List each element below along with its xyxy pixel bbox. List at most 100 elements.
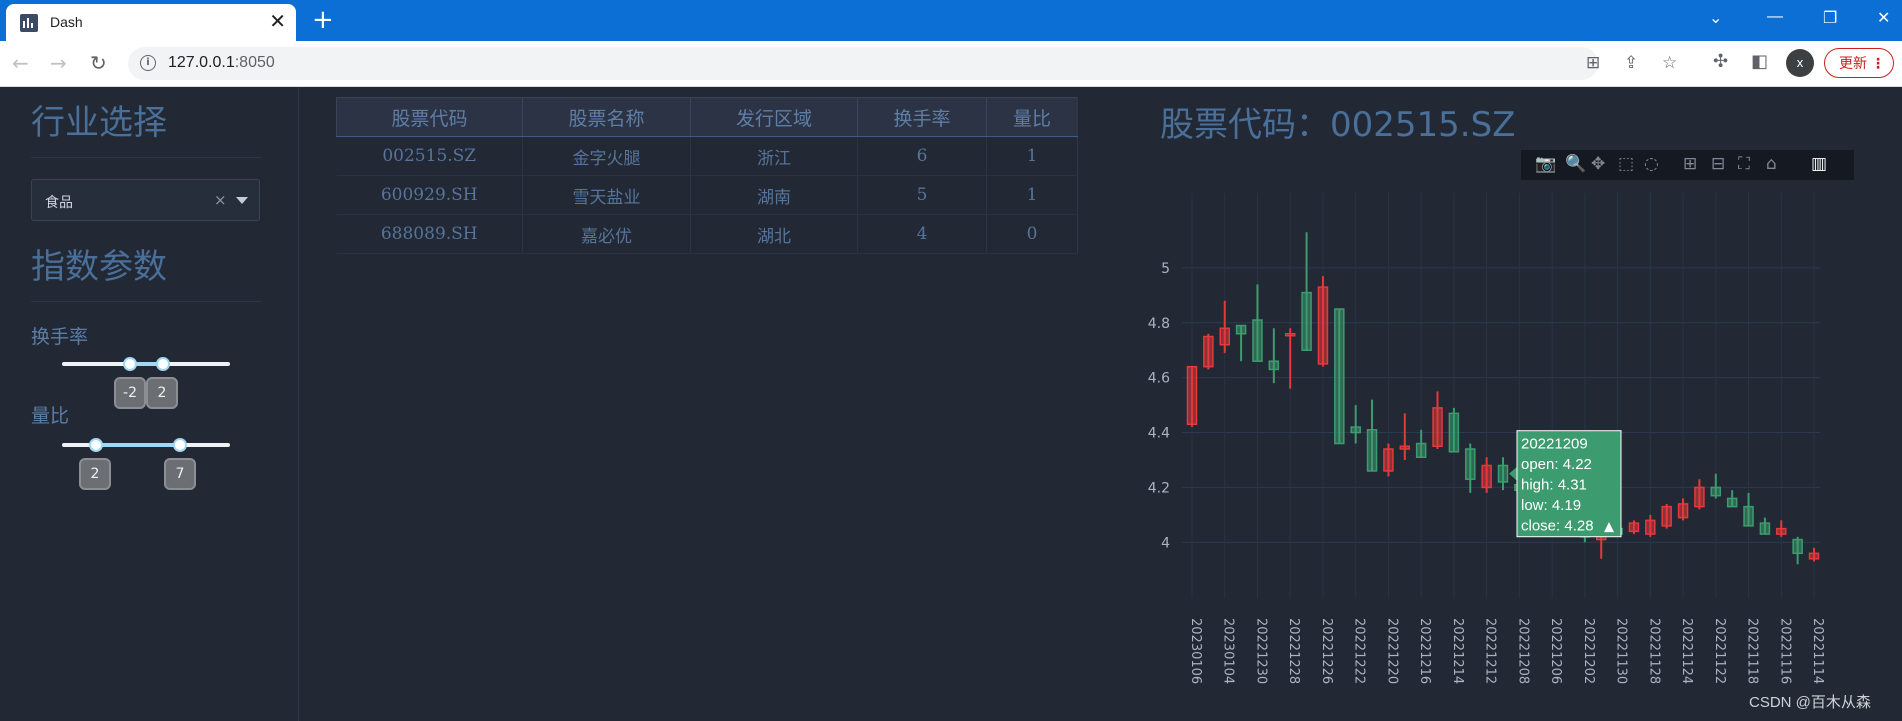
x-tick-label: 20221230 [1253,618,1268,684]
camera-icon[interactable]: 📷 [1535,154,1556,174]
autoscale-icon[interactable]: ⛶ [1738,154,1750,174]
zoom-in-icon[interactable]: ⊞ [1683,154,1697,174]
x-tick-label: 20221208 [1515,618,1530,684]
reload-icon[interactable]: ↻ [90,50,107,76]
candle-body [1268,360,1280,371]
column-header[interactable]: 股票名称 [522,97,691,137]
x-tick-label: 20230106 [1188,618,1203,684]
forward-icon[interactable]: → [50,50,67,76]
tooltip-high: high: 4.31 [1521,477,1587,494]
column-header[interactable]: 发行区域 [690,97,858,137]
url-port: :8050 [234,54,275,71]
volume-ratio-cell[interactable]: 1 [986,136,1078,176]
address-bar: ← → ↻ i 127.0.0.1:8050 ⊞ ⇪ ☆ ✣ ◧ x 更新 ⋮ [0,41,1902,87]
candle-body [1415,442,1427,458]
column-header[interactable]: 量比 [986,97,1078,137]
table-row[interactable]: 002515.SZ 金字火腿 浙江 6 1 [336,136,1078,176]
turnover-cell[interactable]: 6 [857,136,987,176]
x-tick-label: 20221130 [1614,618,1629,684]
lasso-select-icon[interactable]: ◌ [1644,154,1659,174]
stock-code-cell[interactable]: 688089.SH [336,214,523,254]
x-tick-label: 20221226 [1319,618,1334,684]
stock-name-cell[interactable]: 雪天盐业 [522,175,691,215]
volume-ratio-cell[interactable]: 0 [986,214,1078,254]
profile-avatar[interactable]: x [1786,49,1814,77]
candlestick-chart[interactable]: 44.24.44.64.85 20230106 20230104 20221230 2… [1140,183,1840,718]
column-header[interactable]: 换手率 [857,97,987,137]
chart-grid [1182,193,1820,598]
table-row[interactable]: 600929.SH 雪天盐业 湖南 5 1 [336,175,1078,215]
side-panel-icon[interactable]: ◧ [1751,51,1768,72]
tooltip-pointer [1509,466,1517,481]
url-text[interactable]: 127.0.0.1:8050 [168,54,275,72]
plotly-logo-icon[interactable]: ▥ [1811,154,1827,174]
stock-code-cell[interactable]: 002515.SZ [336,136,523,176]
x-tick-label: 20221222 [1352,618,1367,684]
candles[interactable] [1186,232,1820,565]
volume-ratio-slider-handle-max[interactable] [173,438,187,452]
turnover-cell[interactable]: 5 [857,175,987,215]
restore-icon[interactable]: ❐ [1823,8,1837,28]
pan-icon[interactable]: ✥ [1591,154,1605,174]
new-tab-icon[interactable]: + [312,6,334,34]
x-tick-label: 20221128 [1646,618,1661,684]
x-tick-label: 20221118 [1745,618,1760,684]
turnover-slider-rail[interactable] [62,362,230,366]
zoom-out-icon[interactable]: ⊟ [1711,154,1725,174]
candle-body [1645,519,1656,535]
candle-body [1399,445,1411,450]
x-tick-label: 20221214 [1450,618,1465,684]
reset-axes-home-icon[interactable]: ⌂ [1766,154,1777,174]
candle-body [1383,448,1394,472]
box-select-icon[interactable]: ⬚ [1618,154,1634,174]
turnover-slider-handle-max[interactable] [156,357,170,371]
y-tick-label: 4 [1161,535,1170,551]
dropdown-arrow-icon[interactable] [236,197,248,204]
update-button[interactable]: 更新 ⋮ [1824,48,1894,78]
industry-dropdown[interactable]: 食品 × [31,179,260,221]
minimize-icon[interactable]: — [1767,8,1783,26]
volume-ratio-slider-rail[interactable] [62,443,230,447]
site-info-icon[interactable]: i [140,55,156,71]
translate-icon[interactable]: ⊞ [1586,53,1600,73]
tooltip-date: 20221209 [1521,436,1588,453]
clear-selection-icon[interactable]: × [214,191,227,209]
candle-body [1448,412,1460,453]
turnover-slider-handle-min[interactable] [123,357,137,371]
bookmark-star-icon[interactable]: ☆ [1662,53,1677,73]
turnover-min-tooltip: -2 [114,377,146,409]
more-menu-icon: ⋮ [1871,56,1885,72]
back-icon[interactable]: ← [12,50,29,76]
stock-name-cell[interactable]: 嘉必优 [522,214,691,254]
share-icon[interactable]: ⇪ [1624,53,1638,73]
y-tick-label: 5 [1161,261,1170,277]
volume-ratio-cell[interactable]: 1 [986,175,1078,215]
candle-body [1350,426,1361,434]
table-row[interactable]: 688089.SH 嘉必优 湖北 4 0 [336,214,1078,254]
browser-tab[interactable]: Dash ✕ [6,4,296,41]
candle-body [1252,319,1263,362]
x-tick-label: 20221228 [1286,618,1301,684]
region-cell[interactable]: 浙江 [690,136,858,176]
column-header[interactable]: 股票代码 [336,97,523,137]
region-cell[interactable]: 湖北 [690,214,858,254]
volume-ratio-slider-handle-min[interactable] [89,438,103,452]
stock-name-cell[interactable]: 金字火腿 [522,136,691,176]
tab-search-chevron-icon[interactable]: ⌄ [1709,8,1722,28]
region-cell[interactable]: 湖南 [690,175,858,215]
dash-favicon-icon [20,14,38,32]
close-window-icon[interactable]: ✕ [1877,8,1890,28]
zoom-icon[interactable]: 🔍 [1565,154,1586,174]
stock-table: 股票代码 股票名称 发行区域 换手率 量比 002515.SZ 金字火腿 浙江 … [336,97,1078,254]
index-params-heading: 指数参数 [31,247,167,287]
tab-title: Dash [50,14,83,30]
candle-body [1301,291,1312,351]
x-tick-label: 20221114 [1810,618,1825,684]
tab-close-icon[interactable]: ✕ [269,10,286,32]
browser-tab-bar: Dash ✕ + ⌄ — ❐ ✕ [0,0,1902,41]
x-tick-label: 20221212 [1483,618,1498,684]
turnover-cell[interactable]: 4 [857,214,987,254]
stock-code-cell[interactable]: 600929.SH [336,175,523,215]
omnibox[interactable]: i 127.0.0.1:8050 ⊞ ⇪ ☆ [128,47,1677,80]
extensions-puzzle-icon[interactable]: ✣ [1713,51,1728,72]
